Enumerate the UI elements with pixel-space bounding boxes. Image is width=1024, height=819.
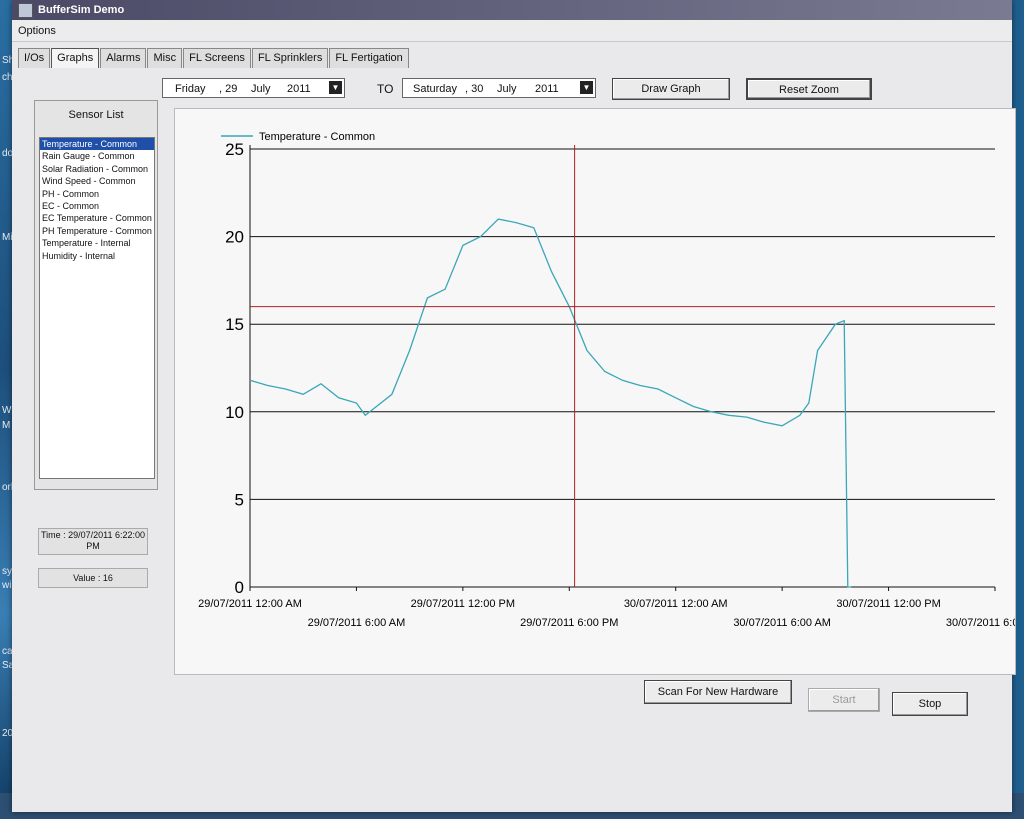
date-from-year: 2011 (287, 83, 311, 95)
desktop-label: M (2, 420, 11, 431)
date-to-month: July (497, 83, 517, 95)
x-tick-label: 30/07/2011 12:00 PM (836, 598, 940, 610)
sensor-list-title: Sensor List (68, 109, 124, 121)
date-to-year: 2011 (535, 83, 559, 95)
sensor-listbox[interactable]: Temperature - Common Rain Gauge - Common S… (39, 137, 155, 479)
y-tick-label: 20 (225, 228, 244, 247)
app-icon (18, 3, 33, 18)
x-tick-label: 30/07/2011 6:00 AM (733, 617, 831, 629)
tab-fl-screens[interactable]: FL Screens (183, 48, 251, 68)
x-tick-label: 29/07/2011 12:00 AM (198, 598, 302, 610)
sensor-list-item[interactable]: PH Temperature - Common (40, 225, 154, 237)
x-tick-label: 29/07/2011 6:00 PM (520, 617, 618, 629)
date-from-day: , 29 (219, 83, 238, 95)
tab-alarms[interactable]: Alarms (100, 48, 147, 68)
date-from-picker[interactable]: Friday , 29 July 2011 ▼ (162, 78, 345, 98)
chart-area[interactable]: Temperature - Common 0 5 10 15 20 25 29/07/2011… (174, 108, 1016, 675)
chevron-down-icon[interactable]: ▼ (329, 81, 342, 94)
chevron-down-icon[interactable]: ▼ (580, 81, 593, 94)
sensor-list-item[interactable]: Solar Radiation - Common (40, 163, 154, 175)
stop-button[interactable]: Stop (892, 692, 968, 716)
app-window: BufferSim Demo Options I/Os Graphs Alarms M… (12, 0, 1016, 812)
sensor-list-item[interactable]: Rain Gauge - Common (40, 150, 154, 162)
y-tick-label: 25 (225, 140, 244, 159)
sensor-list-group: Sensor List Temperature - Common Rain Gau… (34, 100, 158, 490)
to-label: TO (377, 82, 394, 96)
date-from-weekday: Friday (175, 83, 206, 95)
y-tick-label: 5 (235, 490, 244, 509)
menu-bar: Options (12, 20, 1012, 42)
cursor-value: Value : 16 (73, 573, 113, 583)
sensor-list-item[interactable]: Temperature - Internal (40, 237, 154, 249)
sensor-list-item[interactable]: Wind Speed - Common (40, 175, 154, 187)
cursor-time-box: Time : 29/07/2011 6:22:00 PM (38, 528, 148, 555)
y-tick-label: 10 (225, 403, 244, 422)
series-line-temperature (249, 218, 852, 588)
menu-options[interactable]: Options (18, 25, 56, 37)
tab-graphs[interactable]: Graphs (51, 48, 100, 68)
legend-label: Temperature - Common (259, 131, 375, 143)
sensor-list-item[interactable]: EC - Common (40, 200, 154, 212)
cursor-time: Time : 29/07/2011 6:22:00 PM (40, 530, 146, 551)
y-tick-label: 15 (225, 315, 244, 334)
date-to-day: , 30 (465, 83, 484, 95)
start-button[interactable]: Start (808, 688, 880, 712)
x-tick-label: 29/07/2011 6:00 AM (308, 617, 406, 629)
graphs-panel: Sensor List Temperature - Common Rain Gau… (34, 68, 1016, 675)
sensor-list-item[interactable]: PH - Common (40, 188, 154, 200)
x-tick-label: 30/07/2011 6:00 PM (946, 617, 1015, 629)
x-tick-label: 30/07/2011 12:00 AM (624, 598, 728, 610)
tab-fl-sprinklers[interactable]: FL Sprinklers (251, 48, 329, 68)
tab-misc[interactable]: Misc (147, 48, 183, 68)
temperature-chart[interactable]: Temperature - Common 0 5 10 15 20 25 29/07/2011… (175, 109, 1015, 674)
sensor-list-item[interactable]: Temperature - Common (40, 138, 154, 151)
tab-fl-fertigation[interactable]: FL Fertigation (329, 48, 409, 68)
sensor-list-item[interactable]: EC Temperature - Common (40, 212, 154, 224)
desktop-label: Mi (2, 232, 13, 243)
sensor-list-item[interactable]: Humidity - Internal (40, 250, 154, 262)
date-to-picker[interactable]: Saturday , 30 July 2011 ▼ (402, 78, 596, 98)
cursor-value-box: Value : 16 (38, 568, 148, 588)
reset-zoom-button[interactable]: Reset Zoom (746, 78, 872, 100)
window-title: BufferSim Demo (38, 4, 125, 16)
date-to-weekday: Saturday (413, 83, 458, 95)
y-tick-label: 0 (235, 578, 244, 597)
tab-strip: I/Os Graphs Alarms Misc FL Screens FL Sprinkl… (18, 48, 410, 68)
tab-i-os[interactable]: I/Os (18, 48, 51, 68)
x-tick-label: 29/07/2011 12:00 PM (411, 598, 515, 610)
date-from-month: July (251, 83, 271, 95)
draw-graph-button[interactable]: Draw Graph (612, 78, 730, 100)
title-bar: BufferSim Demo (12, 0, 1012, 20)
scan-hardware-button[interactable]: Scan For New Hardware (644, 680, 792, 704)
